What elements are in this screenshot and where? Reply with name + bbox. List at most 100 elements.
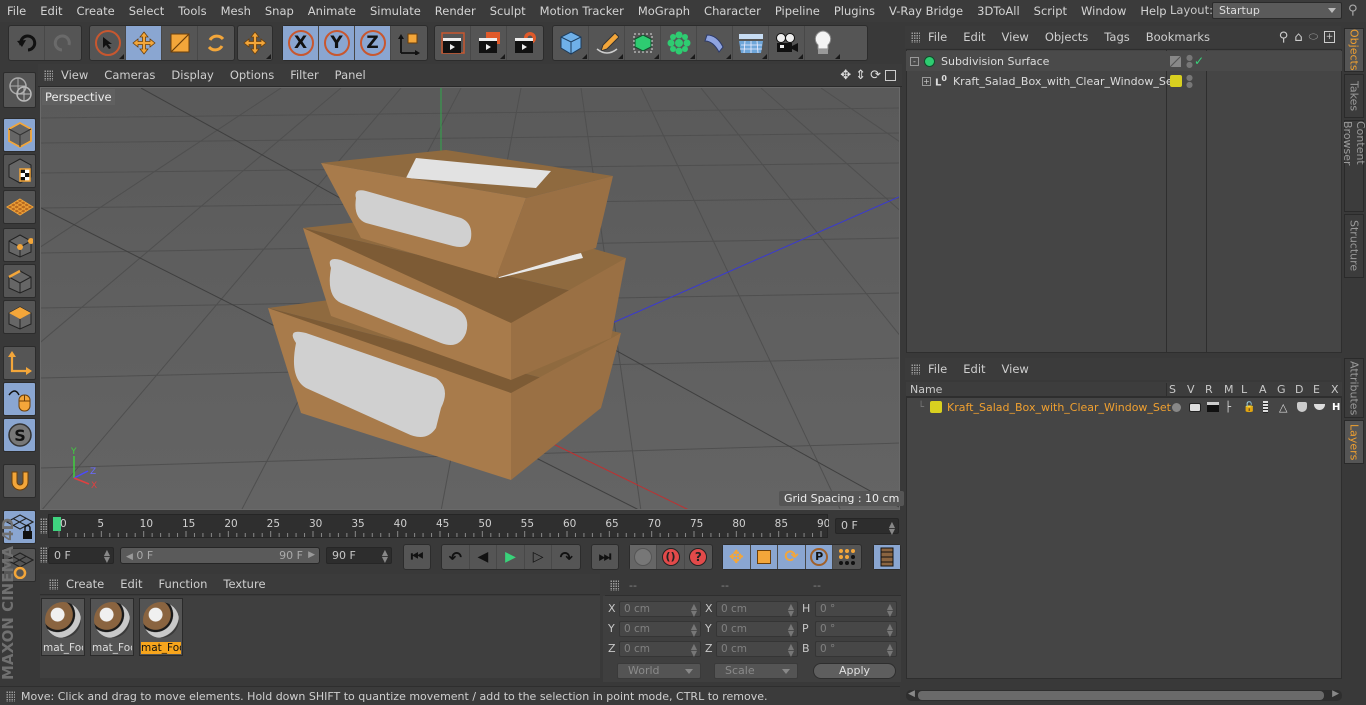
tab-structure[interactable]: Structure	[1344, 214, 1364, 278]
menu-3dtoall[interactable]: 3DToAll	[970, 4, 1027, 18]
goto-start-button[interactable]: ⏮	[404, 545, 430, 569]
drag-handle-icon[interactable]	[6, 690, 15, 702]
magnet-button[interactable]	[3, 464, 36, 498]
coordinate-space-dropdown[interactable]: World	[617, 663, 701, 679]
edges-mode-button[interactable]	[3, 264, 36, 298]
autokey-button[interactable]: ()	[657, 545, 685, 569]
make-editable-button[interactable]	[3, 72, 36, 108]
column-manager[interactable]: M	[1224, 383, 1234, 396]
column-solo[interactable]: S	[1169, 383, 1176, 396]
animation-icon[interactable]	[1263, 401, 1268, 413]
preview-range-slider[interactable]: ◀ 0 F 90 F ▶	[120, 547, 320, 564]
scale-tool-button[interactable]	[162, 26, 198, 60]
size-z-field[interactable]: 0 cm ▲ ▼	[716, 641, 798, 658]
recent-move-tool-button[interactable]	[238, 26, 272, 60]
column-expressions[interactable]: E	[1313, 383, 1320, 396]
tab-takes[interactable]: Takes	[1344, 74, 1364, 118]
menu-animate[interactable]: Animate	[301, 4, 363, 18]
drag-handle-icon[interactable]	[49, 578, 58, 590]
scroll-left-icon[interactable]: ◀	[908, 689, 915, 699]
menu-mograph[interactable]: MoGraph	[631, 4, 697, 18]
floor-button[interactable]	[733, 26, 769, 60]
timeline-window-button[interactable]	[874, 545, 900, 569]
select-tool-button[interactable]	[90, 26, 126, 60]
material-menu-texture[interactable]: Texture	[215, 577, 273, 591]
light-button[interactable]	[805, 26, 841, 60]
lock-icon[interactable]: 🔓	[1243, 402, 1255, 413]
viewport-menu-options[interactable]: Options	[222, 68, 282, 82]
key-scale-button[interactable]	[750, 545, 779, 569]
y-axis-lock-button[interactable]: Y	[319, 26, 355, 60]
redo-button[interactable]	[45, 26, 81, 60]
expand-icon[interactable]: +	[922, 76, 931, 86]
manager-tree-icon[interactable]: ├	[1225, 402, 1231, 413]
search-icon[interactable]: ⚲	[1348, 3, 1358, 18]
pos-z-field[interactable]: 0 cm ▲ ▼	[619, 641, 701, 658]
timeline-ruler[interactable]: 0 5 10 15 20 25 30 35 40 45 50 55 60 65 70 75 80 85 90	[48, 514, 830, 538]
menu-simulate[interactable]: Simulate	[363, 4, 428, 18]
workplane-mode-button[interactable]	[3, 190, 36, 224]
undo-button[interactable]	[9, 26, 45, 60]
range-right-arrow-icon[interactable]: ▶	[308, 548, 315, 563]
object-row-subdivision-surface[interactable]: - Subdivision Surface ● ● ✓	[906, 51, 1342, 71]
menu-mesh[interactable]: Mesh	[214, 4, 258, 18]
key-pla-button[interactable]	[833, 545, 861, 569]
keyframe-selection-button[interactable]: ?	[685, 545, 712, 569]
apply-button[interactable]: Apply	[813, 663, 896, 679]
coordinate-system-button[interactable]	[391, 26, 427, 60]
next-frame-button[interactable]: ▷	[525, 545, 553, 569]
preview-end-field[interactable]: 90 F ▲ ▼	[326, 547, 392, 564]
menu-tools[interactable]: Tools	[171, 4, 213, 18]
object-menu-tags[interactable]: Tags	[1096, 30, 1137, 44]
search-icon[interactable]: ⚲	[1279, 30, 1289, 45]
column-name[interactable]: Name	[910, 383, 942, 396]
menu-plugins[interactable]: Plugins	[827, 4, 882, 18]
menu-script[interactable]: Script	[1027, 4, 1074, 18]
deformer-icon[interactable]	[1297, 402, 1307, 412]
rotate-tool-button[interactable]	[198, 26, 234, 60]
viewport-menu-cameras[interactable]: Cameras	[96, 68, 163, 82]
rot-p-field[interactable]: 0 ° ▲ ▼	[815, 621, 897, 638]
cloner-button[interactable]	[661, 26, 697, 60]
pen-spline-button[interactable]	[589, 26, 625, 60]
z-axis-lock-button[interactable]: Z	[355, 26, 391, 60]
drag-handle-icon[interactable]	[44, 69, 53, 81]
rot-h-field[interactable]: 0 ° ▲ ▼	[815, 601, 897, 618]
menu-motion-tracker[interactable]: Motion Tracker	[533, 4, 631, 18]
scrollbar-thumb[interactable]	[918, 691, 1324, 700]
menu-file[interactable]: File	[0, 4, 33, 18]
tab-layers[interactable]: Layers	[1344, 420, 1364, 464]
new-window-icon[interactable]: +	[1324, 31, 1335, 43]
record-key-button[interactable]	[630, 545, 658, 569]
pos-x-field[interactable]: 0 cm ▲ ▼	[619, 601, 701, 618]
layer-name[interactable]: Kraft_Salad_Box_with_Clear_Window_Set	[947, 401, 1171, 414]
key-parameter-button[interactable]: P	[805, 545, 834, 569]
render-view-button[interactable]	[435, 26, 471, 60]
menu-sculpt[interactable]: Sculpt	[483, 4, 533, 18]
render-picture-viewer-button[interactable]	[471, 26, 507, 60]
render-settings-button[interactable]	[507, 26, 543, 60]
size-x-field[interactable]: 0 cm ▲ ▼	[716, 601, 798, 618]
column-animation[interactable]: A	[1259, 383, 1267, 396]
drag-handle-icon[interactable]	[911, 31, 920, 43]
layer-color-swatch[interactable]	[1170, 75, 1182, 87]
viewport-menu-filter[interactable]: Filter	[282, 68, 326, 82]
previous-frame-button[interactable]: ◀	[470, 545, 498, 569]
points-mode-button[interactable]	[3, 228, 36, 262]
material-item[interactable]: mat_Foc	[41, 598, 85, 656]
object-name[interactable]: Subdivision Surface	[941, 55, 1049, 68]
render-clapboard-icon[interactable]	[1207, 402, 1219, 412]
drag-handle-icon[interactable]	[610, 580, 619, 591]
menu-create[interactable]: Create	[70, 4, 122, 18]
menu-character[interactable]: Character	[697, 4, 768, 18]
object-menu-bookmarks[interactable]: Bookmarks	[1138, 30, 1218, 44]
deformer-button[interactable]	[697, 26, 733, 60]
play-button[interactable]: ▶	[497, 545, 525, 569]
drag-handle-icon[interactable]	[911, 363, 920, 375]
layer-menu-file[interactable]: File	[920, 362, 955, 376]
material-menu-edit[interactable]: Edit	[112, 577, 150, 591]
menu-pipeline[interactable]: Pipeline	[768, 4, 827, 18]
collapse-icon[interactable]: -	[910, 56, 919, 66]
subdivision-surface-button[interactable]	[625, 26, 661, 60]
menu-render[interactable]: Render	[428, 4, 483, 18]
